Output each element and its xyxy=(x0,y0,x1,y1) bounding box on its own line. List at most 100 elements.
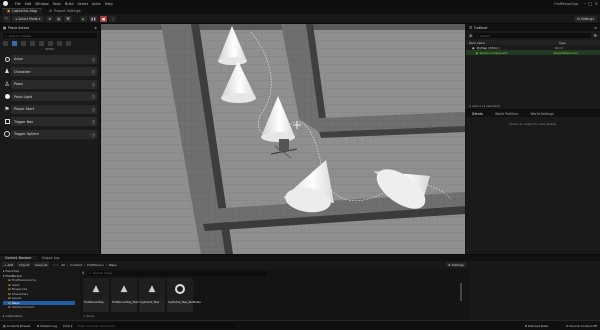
back-icon[interactable]: ‹ xyxy=(53,263,54,267)
category-basic-icon[interactable] xyxy=(12,41,17,46)
place-actors-category-bar xyxy=(3,40,97,47)
console-input[interactable]: Enter Console Command xyxy=(75,323,236,328)
place-item-trigger-sphere[interactable]: Trigger Sphere ⓘ xyxy=(3,129,97,140)
play-button[interactable]: ▶ xyxy=(80,15,87,22)
tab-project-settings[interactable]: ⚙ Project Settings xyxy=(43,7,86,14)
place-item-trigger-box[interactable]: Trigger Box ⓘ xyxy=(3,116,97,127)
category-lights-icon[interactable] xyxy=(21,41,26,46)
menu-edit[interactable]: Edit xyxy=(25,2,32,6)
category-cinematic-icon[interactable] xyxy=(39,41,44,46)
content-drawer-button[interactable]: ▤ Content Drawer xyxy=(3,324,31,328)
outliner-row-selected[interactable]: ▮ Spline Component StaticMeshActor xyxy=(466,50,600,55)
mode-select-button[interactable]: ▸ Select Mode ▾ xyxy=(11,15,45,22)
category-volumes-icon[interactable] xyxy=(57,41,62,46)
outliner-row-type: StaticMeshActor xyxy=(553,50,579,55)
level-viewport[interactable] xyxy=(101,24,465,254)
tree-item-label: Input xyxy=(11,282,20,287)
breadcrumb-firstperson[interactable]: FirstPerson xyxy=(87,263,103,267)
tree-item[interactable]: ▬ StarterContent xyxy=(3,305,75,310)
play-options-button[interactable]: ⋮ xyxy=(108,15,117,22)
category-all-classes-icon[interactable] xyxy=(66,41,71,46)
forward-icon[interactable]: › xyxy=(57,263,58,267)
menu-file[interactable]: File xyxy=(15,2,21,6)
asset-scrollbar[interactable] xyxy=(460,283,462,301)
add-button[interactable]: + Add xyxy=(2,262,16,267)
tree-item-label: Levels xyxy=(11,296,22,301)
place-actors-search-input[interactable]: ⌕ Search Classes xyxy=(3,33,97,38)
close-icon[interactable]: × xyxy=(595,1,598,6)
menu-build[interactable]: Build xyxy=(65,2,74,6)
place-item-pawn[interactable]: ♙ Pawn ⓘ xyxy=(3,79,97,90)
pause-button[interactable]: ❚❚ xyxy=(88,15,98,22)
outliner-settings-icon[interactable]: ⚙ xyxy=(593,33,597,38)
menu-select[interactable]: Select xyxy=(78,2,88,6)
place-item-player-start[interactable]: ⚑ Player Start ⓘ xyxy=(3,104,97,115)
place-actors-panel: ▦ Place Actors × ⌕ Search Classes BASIC … xyxy=(0,24,101,254)
place-actors-title: Place Actors xyxy=(8,25,29,30)
collections-section[interactable]: ▸ Collections xyxy=(3,314,75,319)
gear-icon: ⚙ xyxy=(447,262,451,267)
place-item-point-light[interactable]: Point Light ⓘ xyxy=(3,91,97,102)
cinematics-button[interactable]: 🎬 xyxy=(64,15,73,22)
tab-output-log[interactable]: Output Log xyxy=(37,256,65,260)
outliner-search-input[interactable]: ⌕ Search xyxy=(474,33,592,38)
cmd-selector[interactable]: Cmd ▾ xyxy=(63,324,72,328)
tab-details[interactable]: Details xyxy=(466,112,489,116)
stop-button[interactable]: ■ xyxy=(99,15,107,22)
import-button[interactable]: Import xyxy=(17,262,32,267)
category-recent-icon[interactable] xyxy=(3,41,8,46)
derived-data-button[interactable]: ⇵ Derived Data xyxy=(525,324,548,328)
viewport-scene[interactable] xyxy=(101,24,465,254)
info-icon[interactable]: ⓘ xyxy=(92,82,95,87)
built-data-icon: ▲ xyxy=(120,284,128,294)
menu-window[interactable]: Window xyxy=(35,2,48,6)
unreal-logo-icon[interactable] xyxy=(3,1,8,6)
output-log-button[interactable]: ≣ Output Log xyxy=(37,324,57,328)
category-shapes-icon[interactable] xyxy=(30,41,35,46)
source-control-button[interactable]: ⊘ Source Control Off xyxy=(566,324,597,328)
outliner-col-type[interactable]: Type xyxy=(559,41,566,45)
maximize-icon[interactable]: □ xyxy=(588,1,592,6)
asset-tile[interactable]: ▲ LightsOut_Map xyxy=(139,278,165,312)
info-icon[interactable]: ⓘ xyxy=(92,119,95,124)
save-button[interactable]: 🖫 xyxy=(3,15,10,22)
tab-world-settings[interactable]: World Settings xyxy=(525,112,560,116)
asset-tile[interactable]: LightsOut_Map_BuiltData xyxy=(167,278,201,312)
menu-actor[interactable]: Actor xyxy=(92,2,101,6)
minimize-icon[interactable]: – xyxy=(584,1,586,6)
info-icon[interactable]: ⓘ xyxy=(92,132,95,137)
place-item-label: Trigger Sphere xyxy=(14,132,39,136)
asset-search-input[interactable]: ⌕ Search Maps xyxy=(87,270,268,276)
menu-help[interactable]: Help xyxy=(105,2,113,6)
menu-tools[interactable]: Tools xyxy=(53,2,61,6)
quick-add-button[interactable]: ⊕ xyxy=(46,15,54,22)
filter-icon[interactable]: ⚲ xyxy=(82,271,84,275)
info-icon[interactable]: ⓘ xyxy=(92,57,95,62)
place-item-actor[interactable]: Actor ⓘ xyxy=(3,54,97,65)
close-tab-icon[interactable]: × xyxy=(594,26,597,30)
breadcrumb-maps[interactable]: Maps xyxy=(109,263,117,267)
info-icon[interactable]: ⓘ xyxy=(92,107,95,112)
settings-button[interactable]: ⚙ Settings xyxy=(574,15,597,22)
info-icon[interactable]: ⓘ xyxy=(92,94,95,99)
asset-tile[interactable]: ▲ FirstPersonMap xyxy=(83,278,109,312)
place-actors-search-placeholder: Search Classes xyxy=(8,33,32,38)
info-icon[interactable]: ⓘ xyxy=(92,69,95,74)
main-toolbar: 🖫 ▸ Select Mode ▾ ⊕ ▤ 🎬 ▶ ❚❚ ■ ⋮ ⚙ Setti… xyxy=(0,14,600,24)
close-tab-icon[interactable]: × xyxy=(94,26,97,30)
place-item-character[interactable]: ♟ Character ⓘ xyxy=(3,66,97,77)
add-filter-icon[interactable]: ⊕ xyxy=(469,33,472,38)
content-settings-button[interactable]: ⚙ Settings xyxy=(445,262,466,267)
title-bar: File Edit Window Tools Build Select Acto… xyxy=(0,0,600,7)
asset-name: LightsOut_Map_BuiltData xyxy=(168,301,201,304)
breadcrumb-content[interactable]: Content xyxy=(70,263,82,267)
tab-content-browser[interactable]: Content Browser xyxy=(0,256,37,260)
tab-world-partition[interactable]: World Partition xyxy=(489,112,524,116)
asset-tile[interactable]: ▲ FirstPersonMap_BuiltData xyxy=(111,278,145,312)
breadcrumb-all[interactable]: All xyxy=(61,263,65,267)
outliner-col-item[interactable]: Item Label xyxy=(469,41,559,45)
category-visual-icon[interactable] xyxy=(48,41,53,46)
tab-level[interactable]: ▣ LightsOut-Map xyxy=(2,7,42,14)
blueprints-button[interactable]: ▤ xyxy=(55,15,63,22)
save-all-button[interactable]: Save All xyxy=(33,262,50,267)
